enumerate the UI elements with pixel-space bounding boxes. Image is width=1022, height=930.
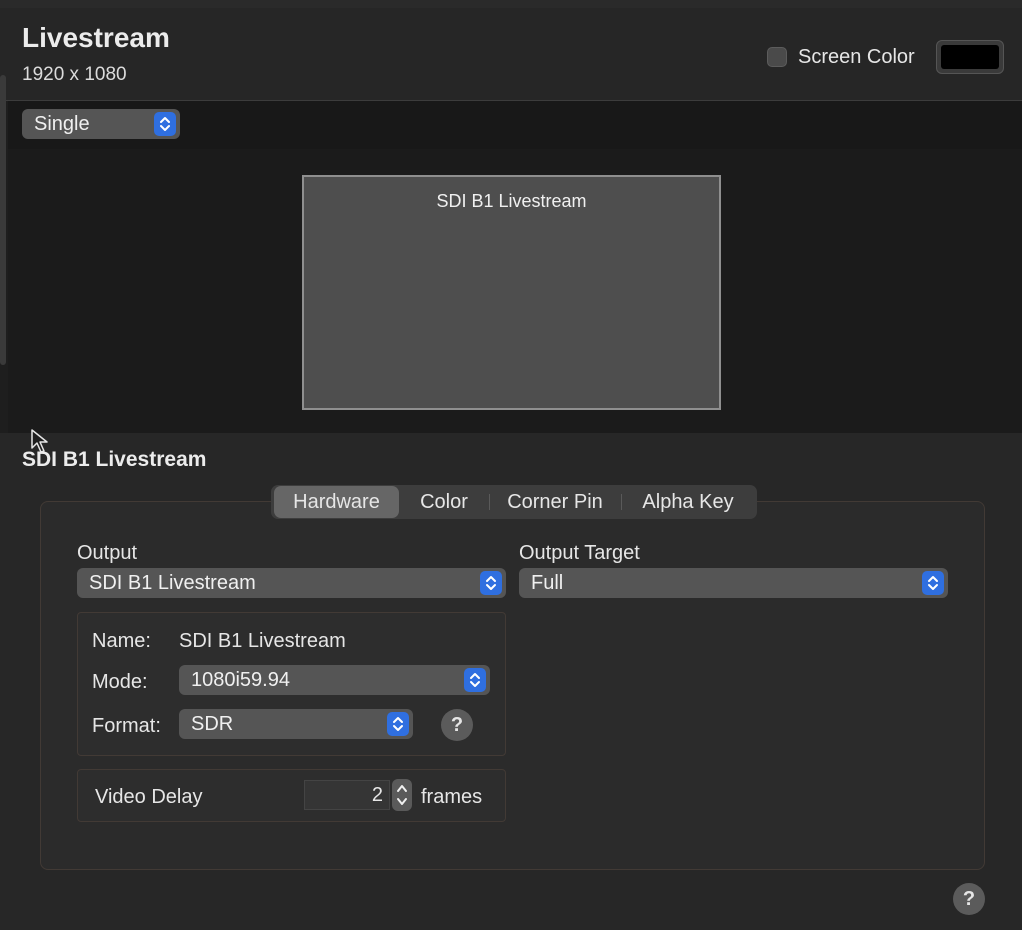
output-target-select[interactable]: Full xyxy=(519,568,948,598)
screen-color-swatch-fill xyxy=(941,45,999,69)
window-top-strip xyxy=(0,0,1022,8)
output-target-select-value: Full xyxy=(531,572,564,594)
name-label: Name: xyxy=(92,630,151,652)
output-label: Output xyxy=(77,542,138,564)
screen-color-label: Screen Color xyxy=(798,46,915,68)
tab-corner-pin[interactable]: Corner Pin xyxy=(490,485,620,519)
chevron-updown-icon xyxy=(387,712,409,736)
video-delay-field[interactable]: 2 xyxy=(304,780,390,810)
screen-color-swatch[interactable] xyxy=(936,40,1004,74)
side-scrollbar[interactable] xyxy=(0,75,6,365)
output-target-label: Output Target xyxy=(519,542,640,564)
help-button[interactable]: ? xyxy=(953,883,985,915)
chevron-updown-icon xyxy=(480,571,502,595)
preview-screen-label: SDI B1 Livestream xyxy=(436,191,587,211)
video-delay-unit: frames xyxy=(421,786,483,808)
format-select-value: SDR xyxy=(191,713,234,735)
layout-select-value: Single xyxy=(34,113,90,135)
stepper-arrows-icon xyxy=(397,785,407,805)
tab-hardware[interactable]: Hardware xyxy=(274,486,399,518)
chevron-updown-icon xyxy=(922,571,944,595)
resolution-label: 1920 x 1080 xyxy=(22,64,127,85)
chevron-updown-icon xyxy=(464,668,486,692)
output-select-value: SDI B1 Livestream xyxy=(89,572,256,594)
screen-color-checkbox[interactable] xyxy=(767,47,787,67)
name-value: SDI B1 Livestream xyxy=(179,630,346,652)
preview-screen[interactable]: SDI B1 Livestream xyxy=(302,175,721,410)
format-help-button[interactable]: ? xyxy=(441,709,473,741)
format-label: Format: xyxy=(92,715,161,737)
chevron-updown-icon xyxy=(154,112,176,136)
mouse-cursor-icon xyxy=(30,428,50,459)
video-delay-stepper[interactable] xyxy=(392,779,412,811)
mode-label: Mode: xyxy=(92,671,148,693)
layout-select[interactable]: Single xyxy=(22,109,180,139)
tab-bar: Hardware Color Corner Pin Alpha Key xyxy=(271,485,757,519)
mode-select-value: 1080i59.94 xyxy=(191,669,290,691)
tab-alpha-key[interactable]: Alpha Key xyxy=(622,485,754,519)
video-delay-label: Video Delay xyxy=(95,786,203,808)
mode-select[interactable]: 1080i59.94 xyxy=(179,665,490,695)
output-select[interactable]: SDI B1 Livestream xyxy=(77,568,506,598)
format-select[interactable]: SDR xyxy=(179,709,413,739)
page-title: Livestream xyxy=(22,22,170,53)
tab-color[interactable]: Color xyxy=(399,485,489,519)
